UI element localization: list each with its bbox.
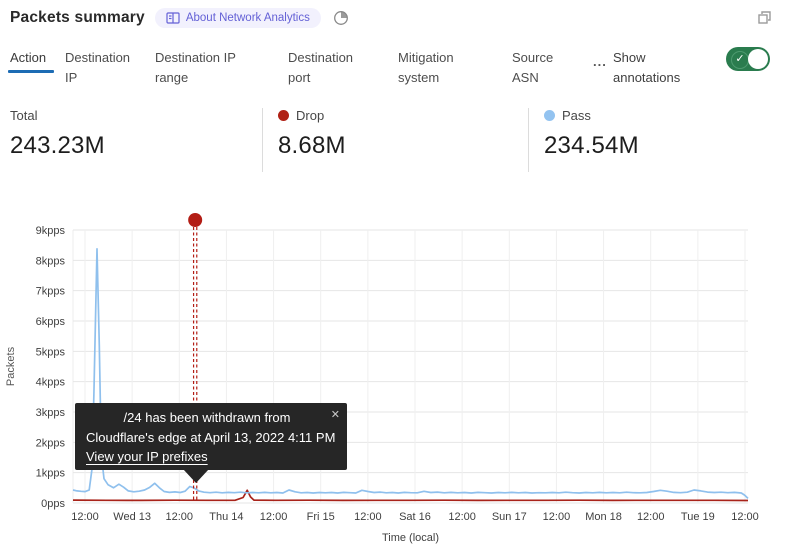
stat-divider xyxy=(528,108,529,172)
packets-chart: 0pps 1kpps 2kpps 3kpps 4kpps 5kpps 6kpps 7kpps 8… xyxy=(0,205,785,555)
tab-destination-port[interactable]: Destination port xyxy=(288,48,374,87)
svg-text:8kpps: 8kpps xyxy=(36,255,66,267)
close-icon[interactable]: ✕ xyxy=(331,407,340,424)
panel-header: Packets summary About Network Analytics xyxy=(10,8,349,28)
svg-text:12:00: 12:00 xyxy=(731,511,759,523)
svg-text:Fri 15: Fri 15 xyxy=(307,511,335,523)
stat-pass: Pass 234.54M xyxy=(544,108,639,160)
tooltip-caret xyxy=(183,469,209,483)
stat-drop-label: Drop xyxy=(296,108,324,123)
svg-text:Sun 17: Sun 17 xyxy=(492,511,527,523)
svg-text:3kpps: 3kpps xyxy=(36,407,66,419)
stats-row: Total 243.23M Drop 8.68M Pass 234.54M xyxy=(0,108,785,174)
show-annotations-label: Show annotations xyxy=(613,48,697,87)
stat-divider xyxy=(262,108,263,172)
svg-text:7kpps: 7kpps xyxy=(36,286,66,298)
about-network-analytics-badge[interactable]: About Network Analytics xyxy=(155,8,321,28)
svg-text:12:00: 12:00 xyxy=(71,511,99,523)
svg-text:12:00: 12:00 xyxy=(637,511,665,523)
stat-total: Total 243.23M xyxy=(10,108,105,160)
tab-destination-ip-range[interactable]: Destination IP range xyxy=(155,48,259,87)
chart-area: 0pps 1kpps 2kpps 3kpps 4kpps 5kpps 6kpps 7kpps 8… xyxy=(0,205,785,555)
toggle-knob xyxy=(748,49,768,69)
svg-text:Mon 18: Mon 18 xyxy=(585,511,622,523)
svg-text:6kpps: 6kpps xyxy=(36,316,66,328)
annotation-tooltip: ✕ /24 has been withdrawn from Cloudflare… xyxy=(75,403,347,470)
svg-text:9kpps: 9kpps xyxy=(36,225,66,237)
svg-text:12:00: 12:00 xyxy=(166,511,194,523)
svg-text:Wed 13: Wed 13 xyxy=(113,511,151,523)
svg-text:Time (local): Time (local) xyxy=(382,532,439,544)
annotation-dot[interactable] xyxy=(188,213,202,227)
stat-drop: Drop 8.68M xyxy=(278,108,346,160)
svg-text:Tue 19: Tue 19 xyxy=(681,511,715,523)
stat-drop-value: 8.68M xyxy=(278,132,346,160)
svg-text:12:00: 12:00 xyxy=(543,511,571,523)
drop-legend-dot xyxy=(278,110,289,121)
expand-icon[interactable] xyxy=(757,10,772,30)
tab-bar: Action Destination IP Destination IP ran… xyxy=(0,46,785,92)
svg-text:12:00: 12:00 xyxy=(260,511,288,523)
svg-text:5kpps: 5kpps xyxy=(36,346,66,358)
stat-total-value: 243.23M xyxy=(10,132,105,160)
svg-text:Thu 14: Thu 14 xyxy=(209,511,243,523)
svg-text:Packets: Packets xyxy=(5,346,17,386)
tab-action[interactable]: Action xyxy=(10,48,46,68)
book-icon xyxy=(166,12,180,24)
tab-mitigation-system[interactable]: Mitigation system xyxy=(398,48,482,87)
tooltip-line2: Cloudflare's edge at April 13, 2022 4:11… xyxy=(86,428,336,448)
svg-text:Sat 16: Sat 16 xyxy=(399,511,431,523)
pass-legend-dot xyxy=(544,110,555,121)
svg-text:4kpps: 4kpps xyxy=(36,377,66,389)
svg-text:2kpps: 2kpps xyxy=(36,437,66,449)
svg-text:12:00: 12:00 xyxy=(354,511,382,523)
view-ip-prefixes-link[interactable]: View your IP prefixes xyxy=(86,447,208,467)
stat-total-label: Total xyxy=(10,108,37,123)
more-tabs-icon[interactable]: ... xyxy=(593,54,607,69)
page-title: Packets summary xyxy=(10,9,145,27)
stat-pass-value: 234.54M xyxy=(544,132,639,160)
active-tab-underline xyxy=(8,70,54,73)
check-icon: ✓ xyxy=(731,51,749,69)
svg-text:1kpps: 1kpps xyxy=(36,468,66,480)
tab-destination-ip[interactable]: Destination IP xyxy=(65,48,139,87)
stat-pass-label: Pass xyxy=(562,108,591,123)
show-annotations-toggle[interactable]: ✓ xyxy=(726,47,770,71)
time-range-icon[interactable] xyxy=(333,10,349,26)
tooltip-line1: /24 has been withdrawn from xyxy=(86,408,336,428)
badge-label: About Network Analytics xyxy=(186,12,310,24)
tab-source-asn[interactable]: Source ASN xyxy=(512,48,568,87)
svg-text:12:00: 12:00 xyxy=(448,511,476,523)
svg-text:0pps: 0pps xyxy=(41,498,65,510)
